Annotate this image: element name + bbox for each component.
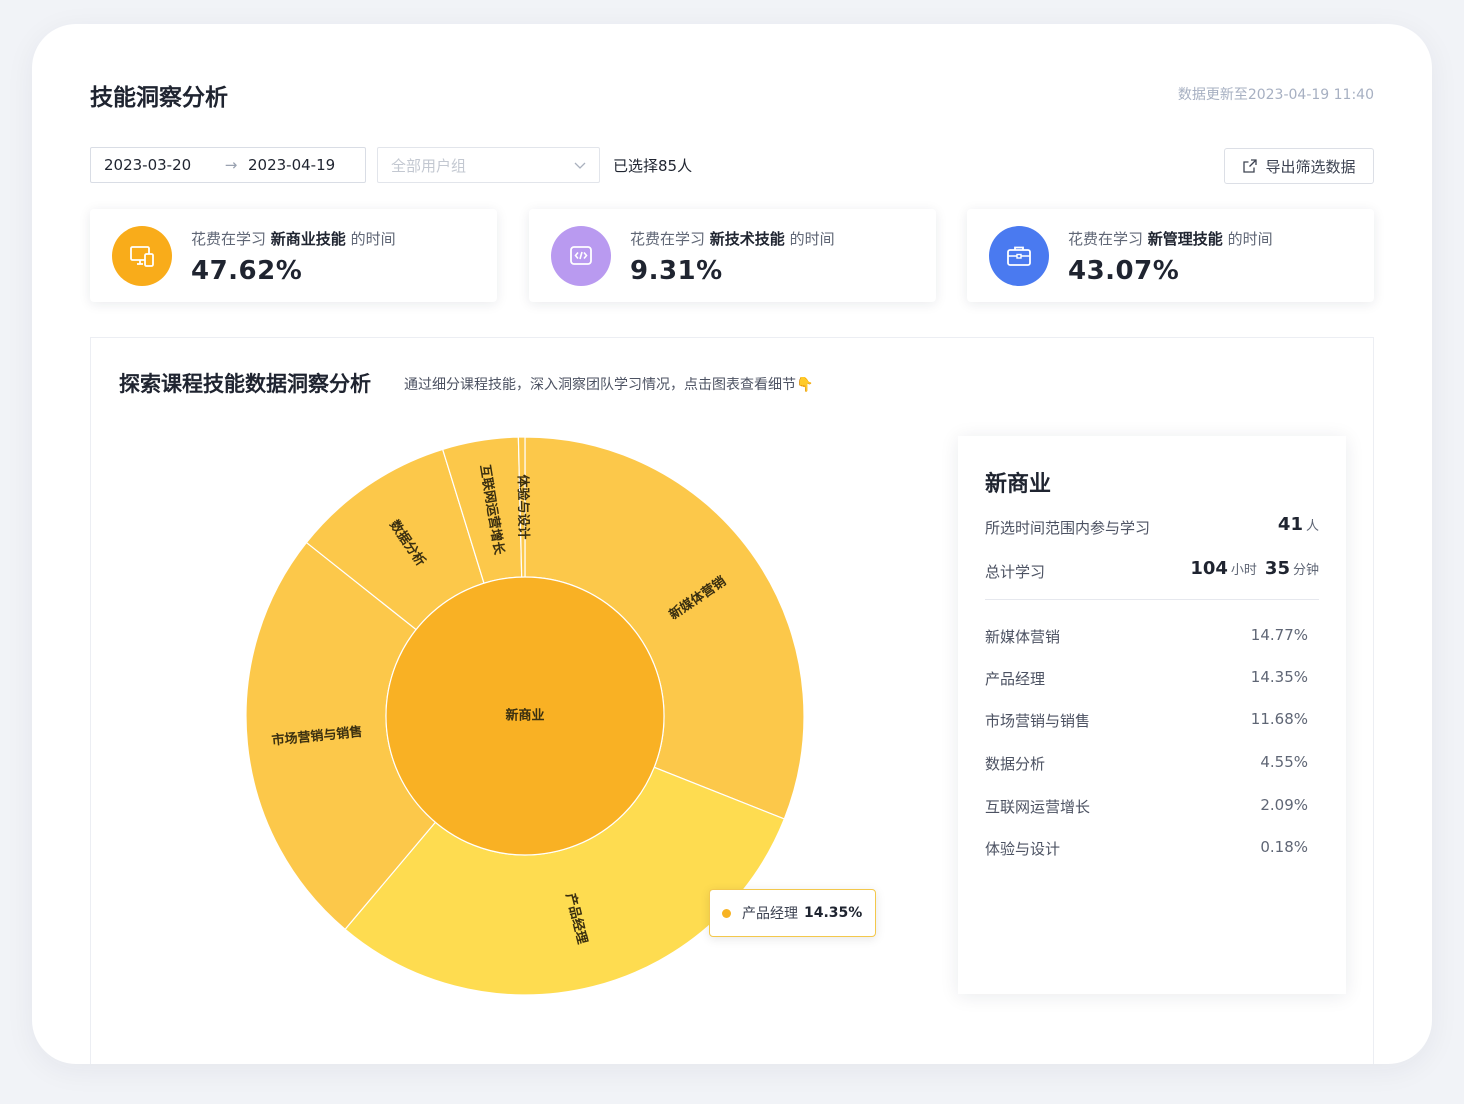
detail-item[interactable]: 数据分析 4.55% — [985, 753, 1308, 774]
participants-row: 所选时间范围内参与学习 41 人 — [985, 514, 1319, 538]
dashboard-card: 技能洞察分析 数据更新至2023-04-19 11:40 2023-03-20 … — [32, 24, 1432, 1064]
export-label: 导出筛选数据 — [1265, 157, 1356, 176]
stat-value: 43.07% — [1068, 256, 1180, 286]
stat-card-management[interactable]: 花费在学习 新管理技能 的时间 43.07% — [967, 209, 1374, 302]
detail-item-name: 产品经理 — [985, 670, 1046, 688]
detail-item-pct: 4.55% — [1260, 753, 1308, 771]
participants-unit: 人 — [1305, 519, 1319, 534]
stat-label: 花费在学习 新商业技能 的时间 — [191, 230, 396, 248]
page-title: 技能洞察分析 — [90, 85, 228, 111]
detail-item-name: 体验与设计 — [985, 840, 1061, 858]
stat-icon-circle — [989, 226, 1049, 286]
detail-item-pct: 11.68% — [1250, 710, 1308, 728]
detail-item[interactable]: 互联网运营增长 2.09% — [985, 796, 1308, 817]
explore-panel: 探索课程技能数据洞察分析 通过细分课程技能，深入洞察团队学习情况，点击图表查看细… — [90, 337, 1374, 1064]
stat-card-tech[interactable]: 花费在学习 新技术技能 的时间 9.31% — [529, 209, 936, 302]
total-label: 总计学习 — [985, 563, 1046, 581]
date-range-picker[interactable]: 2023-03-20 → 2023-04-19 — [90, 147, 366, 183]
range-arrow-icon: → — [224, 156, 238, 174]
stat-icon-circle — [551, 226, 611, 286]
detail-item-name: 互联网运营增长 — [985, 798, 1091, 816]
devices-icon — [130, 246, 154, 267]
briefcase-icon — [1007, 246, 1031, 266]
stat-card-business[interactable]: 花费在学习 新商业技能 的时间 47.62% — [90, 209, 497, 302]
detail-item[interactable]: 市场营销与销售 11.68% — [985, 710, 1308, 731]
tooltip-value: 14.35% — [804, 905, 863, 921]
stat-label: 花费在学习 新管理技能 的时间 — [1068, 230, 1273, 248]
detail-item[interactable]: 体验与设计 0.18% — [985, 838, 1308, 859]
stat-icon-circle — [112, 226, 172, 286]
detail-panel: 新商业 所选时间范围内参与学习 41 人 总计学习 104 小时 35 分钟 新媒体营销… — [958, 436, 1346, 994]
detail-item-name: 新媒体营销 — [985, 628, 1061, 646]
stat-value: 9.31% — [630, 256, 723, 286]
chart-tooltip: 产品经理 14.35% — [709, 889, 876, 937]
detail-divider — [985, 599, 1319, 600]
selected-count: 已选择85人 — [613, 157, 693, 175]
detail-item-pct: 14.77% — [1250, 626, 1308, 644]
hours-unit: 小时 — [1230, 563, 1257, 578]
stat-value: 47.62% — [191, 256, 303, 286]
participants-value: 41 — [1277, 514, 1303, 535]
user-group-select[interactable]: 全部用户组 — [377, 147, 600, 183]
minutes-unit: 分钟 — [1292, 563, 1319, 578]
detail-item[interactable]: 产品经理 14.35% — [985, 668, 1308, 689]
stat-label: 花费在学习 新技术技能 的时间 — [630, 230, 835, 248]
export-button[interactable]: 导出筛选数据 — [1224, 148, 1374, 184]
detail-item-name: 数据分析 — [985, 755, 1046, 773]
detail-item-name: 市场营销与销售 — [985, 712, 1091, 730]
export-icon — [1243, 159, 1258, 173]
participants-label: 所选时间范围内参与学习 — [985, 519, 1151, 537]
user-group-placeholder: 全部用户组 — [391, 156, 467, 175]
detail-item-pct: 2.09% — [1260, 796, 1308, 814]
detail-item-pct: 14.35% — [1250, 668, 1308, 686]
total-row: 总计学习 104 小时 35 分钟 — [985, 558, 1319, 582]
detail-title: 新商业 — [985, 472, 1052, 497]
start-date[interactable]: 2023-03-20 — [104, 156, 216, 174]
tooltip-name: 产品经理 — [742, 906, 798, 922]
hours-value: 104 — [1190, 558, 1228, 579]
chevron-down-icon — [574, 162, 586, 169]
detail-item-pct: 0.18% — [1260, 838, 1308, 856]
minutes-value: 35 — [1264, 558, 1290, 579]
sunburst-center-label: 新商业 — [505, 708, 544, 724]
detail-item[interactable]: 新媒体营销 14.77% — [985, 626, 1308, 647]
sunburst-segment-label: 体验与设计 — [515, 474, 532, 539]
end-date[interactable]: 2023-04-19 — [248, 156, 335, 174]
code-icon — [570, 246, 592, 265]
update-time: 数据更新至2023-04-19 11:40 — [1177, 87, 1374, 103]
tooltip-dot — [722, 908, 731, 918]
